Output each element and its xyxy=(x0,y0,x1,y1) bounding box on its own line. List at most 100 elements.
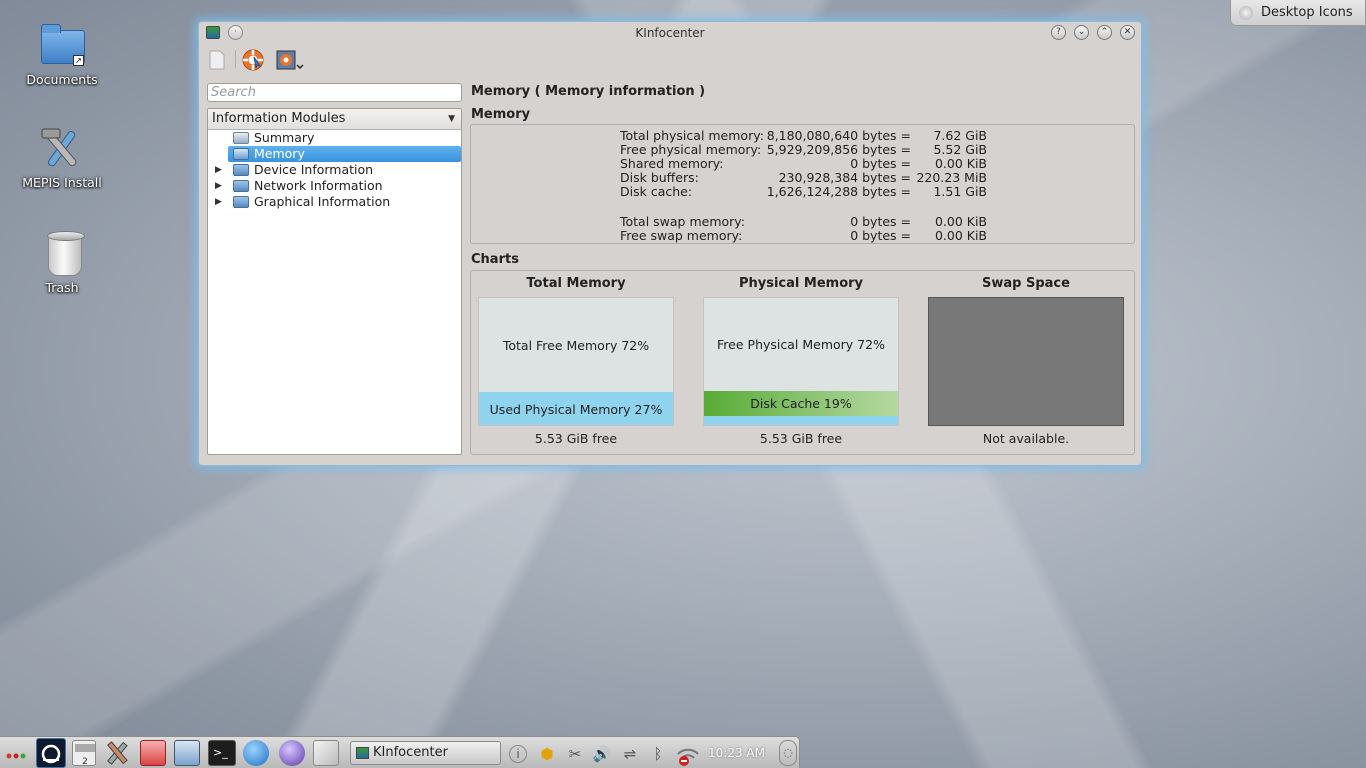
updates-shield-icon[interactable]: ⬢ xyxy=(537,744,557,764)
charts-group-label: Charts xyxy=(471,252,519,267)
chart-area: Total Free Memory 72% Used Physical Memo… xyxy=(478,297,674,426)
help-button[interactable]: ? xyxy=(1051,25,1066,40)
memory-row: Total physical memory: 8,180,080,640 byte… xyxy=(620,128,987,143)
desktop-icon-label: Trash xyxy=(45,280,79,295)
free-physical-segment: Free Physical Memory 72% xyxy=(704,298,898,391)
desktop-icon-trash[interactable]: Trash xyxy=(12,230,112,295)
package-manager-icon[interactable] xyxy=(140,740,166,766)
page-title: Memory ( Memory information ) xyxy=(471,84,706,99)
toolbar xyxy=(199,44,1141,74)
task-label: KInfocenter xyxy=(373,745,448,760)
folder-icon xyxy=(233,164,249,176)
info-icon[interactable]: i xyxy=(509,745,527,763)
export-button[interactable] xyxy=(205,48,229,72)
panel-dots-icon[interactable] xyxy=(4,740,28,766)
folder-icon xyxy=(233,196,249,208)
maximize-button[interactable]: ⌃ xyxy=(1097,25,1112,40)
desktop-icon-documents[interactable]: ↗ Documents xyxy=(12,22,112,87)
chart-title: Swap Space xyxy=(982,276,1070,291)
sidebar-item-device-information[interactable]: ▶ Device Information xyxy=(208,162,461,178)
used-memory-segment: Used Physical Memory 27% xyxy=(479,392,673,425)
tools-icon xyxy=(38,125,86,173)
taskbar: 2 >_ KInfocenter i ⬢ ✂ 🔊 ⇌ ᛒ 10:23 AM ◌ xyxy=(0,736,800,768)
chart-title: Physical Memory xyxy=(738,276,864,291)
dropdown-label: Information Modules xyxy=(212,111,346,126)
sidebar-item-label: Summary xyxy=(254,130,315,145)
summary-icon xyxy=(233,132,249,144)
chart-area xyxy=(928,297,1124,426)
desktop-icon-label: MEPIS Install xyxy=(22,175,102,190)
desktop-icons-toolbox-button[interactable]: Desktop Icons xyxy=(1230,0,1366,26)
memory-row: Total swap memory: 0 bytes = 0.00 KiB xyxy=(620,214,987,229)
expand-arrow-icon[interactable]: ▶ xyxy=(215,194,222,210)
folder-icon: ↗ xyxy=(38,22,86,70)
system-settings-icon[interactable] xyxy=(104,740,130,766)
sidebar-item-memory[interactable]: Memory xyxy=(228,146,461,162)
disk-cache-segment: Disk Cache 19% xyxy=(704,391,898,416)
used-physical-segment xyxy=(704,416,898,425)
title-bar[interactable]: · KInfocenter ? ⌄ ⌃ ✕ xyxy=(199,22,1141,44)
memory-row: Disk buffers: 230,928,384 bytes = 220.23 M… xyxy=(620,170,987,185)
cashew-icon xyxy=(1239,6,1253,20)
memory-icon xyxy=(233,148,249,160)
chart-total-memory: Total Memory Total Free Memory 72% Used … xyxy=(476,271,676,452)
memory-group-label: Memory xyxy=(471,107,531,122)
trash-icon xyxy=(38,230,86,278)
sidebar-item-label: Memory xyxy=(254,146,305,161)
search-input[interactable]: Search xyxy=(207,83,462,102)
usb-devices-icon[interactable]: ⇌ xyxy=(620,744,640,764)
chart-caption: Not available. xyxy=(982,431,1070,446)
information-modules-dropdown[interactable]: Information Modules ▼ xyxy=(208,109,461,130)
mail-client-icon[interactable] xyxy=(279,740,305,766)
clipboard-scissors-icon[interactable]: ✂ xyxy=(565,744,585,764)
memory-row: Free swap memory: 0 bytes = 0.00 KiB xyxy=(620,228,987,243)
chart-caption: 5.53 GiB free xyxy=(759,431,843,446)
sidebar-item-summary[interactable]: Summary xyxy=(208,130,461,146)
sidebar-item-label: Network Information xyxy=(254,178,383,193)
memory-row: Shared memory: 0 bytes = 0.00 KiB xyxy=(620,156,987,171)
sidebar-item-label: Device Information xyxy=(254,162,374,177)
sidebar-item-label: Graphical Information xyxy=(254,194,391,209)
pager-icon[interactable]: 2 xyxy=(72,740,96,767)
help-menu-icon xyxy=(276,50,304,70)
minimize-button[interactable]: ⌄ xyxy=(1074,25,1089,40)
sidebar-item-graphical-information[interactable]: ▶ Graphical Information xyxy=(208,194,461,210)
about-module-button[interactable] xyxy=(241,48,265,72)
svg-text:2: 2 xyxy=(82,757,88,767)
help-menu-button[interactable] xyxy=(275,48,304,72)
network-disconnected-icon[interactable] xyxy=(676,744,699,766)
desktop-icons-label: Desktop Icons xyxy=(1261,5,1353,20)
expand-arrow-icon[interactable]: ▶ xyxy=(215,162,222,178)
expand-arrow-icon[interactable]: ▶ xyxy=(215,178,222,194)
toolbar-separator xyxy=(235,50,236,68)
desktop-icon-label: Documents xyxy=(26,72,98,87)
charts-panel: Total Memory Total Free Memory 72% Used … xyxy=(470,270,1135,455)
memory-info-panel: Total physical memory: 8,180,080,640 byte… xyxy=(470,124,1135,244)
file-manager-icon[interactable] xyxy=(174,740,200,766)
web-browser-icon[interactable] xyxy=(243,740,269,766)
screenshot-tool-icon[interactable] xyxy=(313,740,339,766)
kickoff-launcher-icon[interactable] xyxy=(36,738,66,768)
folder-icon xyxy=(233,180,249,192)
window-menu-button[interactable]: · xyxy=(228,25,243,40)
bluetooth-icon[interactable]: ᛒ xyxy=(648,744,668,764)
kinfocenter-window: · KInfocenter ? ⌄ ⌃ ✕ Search Information… xyxy=(198,21,1142,466)
close-button[interactable]: ✕ xyxy=(1120,25,1135,40)
chart-title: Total Memory xyxy=(526,276,626,291)
panel-toolbox-icon[interactable]: ◌ xyxy=(779,740,797,766)
chevron-down-icon: ▼ xyxy=(448,114,455,124)
clock[interactable]: 10:23 AM xyxy=(708,737,765,768)
free-memory-segment: Total Free Memory 72% xyxy=(479,298,673,392)
chart-area: Free Physical Memory 72% Disk Cache 19% xyxy=(703,297,899,426)
window-title: KInfocenter xyxy=(635,26,705,40)
volume-icon[interactable]: 🔊 xyxy=(592,744,612,764)
sidebar-item-network-information[interactable]: ▶ Network Information xyxy=(208,178,461,194)
module-sidebar: Information Modules ▼ Summary Memory ▶ D… xyxy=(207,108,462,455)
task-kinfocenter[interactable]: KInfocenter xyxy=(350,741,501,765)
memory-row: Free physical memory: 5,929,209,856 bytes… xyxy=(620,142,987,157)
desktop-icon-mepis-install[interactable]: MEPIS Install xyxy=(12,125,112,190)
terminal-icon[interactable]: >_ xyxy=(208,740,236,766)
memory-row: Disk cache: 1,626,124,288 bytes = 1.51 GiB xyxy=(620,184,987,199)
chart-caption: 5.53 GiB free xyxy=(534,431,618,446)
chart-physical-memory: Physical Memory Free Physical Memory 72%… xyxy=(701,271,901,452)
